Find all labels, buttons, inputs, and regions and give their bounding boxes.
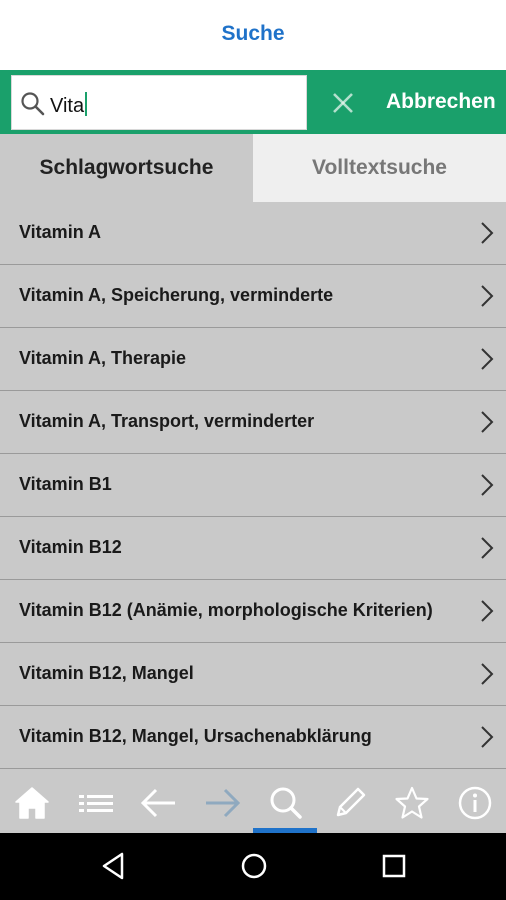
chevron-right-icon [481,726,494,748]
list-item[interactable]: Vitamin B12, Mangel [0,643,506,706]
favorites-button[interactable] [392,785,432,821]
list-item-label: Vitamin B12, Mangel [19,663,194,683]
search-input-value: Vita [50,92,88,118]
list-item[interactable]: Vitamin B12 (Anämie, morphologische Krit… [0,580,506,643]
nav-home-button[interactable] [238,850,270,882]
chevron-right-icon [481,285,494,307]
list-item-label: Vitamin B12 [19,537,122,557]
list-item-label: Vitamin B1 [19,474,112,494]
search-icon [21,92,45,116]
back-arrow-icon [140,788,175,818]
android-nav-bar [0,833,506,900]
home-icon [15,787,49,819]
list-item[interactable]: Vitamin A [0,202,506,265]
chevron-right-icon [481,600,494,622]
contents-button[interactable] [76,785,116,821]
chevron-right-icon [481,348,494,370]
tab-schlagwortsuche[interactable]: Schlagwortsuche [0,134,253,202]
list-item[interactable]: Vitamin B12 [0,517,506,580]
text-caret [85,92,88,116]
forward-button[interactable] [202,785,242,821]
list-item-label: Vitamin A [19,222,102,242]
list-item-label: Vitamin B12, Mangel, Ursachenabklärung [19,726,372,746]
pencil-icon [336,787,366,817]
search-bar: Vita Abbrechen [0,70,506,134]
bottom-toolbar [0,771,506,833]
search-icon [270,787,302,819]
triangle-back-icon [102,852,124,880]
forward-arrow-icon [206,788,241,818]
list-item-label: Vitamin A, Therapie [19,348,187,368]
info-icon [458,786,492,820]
page-title: Suche [221,22,285,45]
back-button[interactable] [139,785,179,821]
square-recents-icon [382,854,406,878]
list-item-label: Vitamin A, Transport, verminderter [19,411,315,431]
home-button[interactable] [12,785,52,821]
chevron-right-icon [481,411,494,433]
list-item[interactable]: Vitamin A, Speicherung, verminderte [0,265,506,328]
chevron-right-icon [481,222,494,244]
chevron-right-icon [481,474,494,496]
list-item[interactable]: Vitamin A, Therapie [0,328,506,391]
chevron-right-icon [481,663,494,685]
list-item-label: Vitamin B12 (Anämie, morphologische Krit… [19,600,433,620]
list-item[interactable]: Vitamin B12, Mangel, Ursachenabklärung [0,706,506,769]
search-mode-tabs: Schlagwortsuche Volltextsuche [0,134,506,202]
info-button[interactable] [455,785,495,821]
circle-home-icon [241,853,267,879]
nav-recents-button[interactable] [378,850,410,882]
search-tab-button[interactable] [266,785,306,821]
cancel-button[interactable]: Abbrechen [386,90,496,114]
list-item[interactable]: Vitamin A, Transport, verminderter [0,391,506,454]
list-icon [79,795,113,812]
chevron-right-icon [481,537,494,559]
list-item[interactable]: Vitamin B1 [0,454,506,517]
close-icon [333,93,353,113]
list-item-label: Vitamin A, Speicherung, verminderte [19,285,334,305]
search-input[interactable]: Vita [11,75,307,130]
star-icon [395,786,429,819]
nav-back-button[interactable] [98,850,130,882]
results-list: Vitamin A Vitamin A, Speicherung, vermin… [0,202,506,769]
clear-search-button[interactable] [330,90,356,116]
notes-button[interactable] [329,785,369,821]
tab-volltextsuche[interactable]: Volltextsuche [253,134,506,202]
app-header: Suche [0,0,506,70]
